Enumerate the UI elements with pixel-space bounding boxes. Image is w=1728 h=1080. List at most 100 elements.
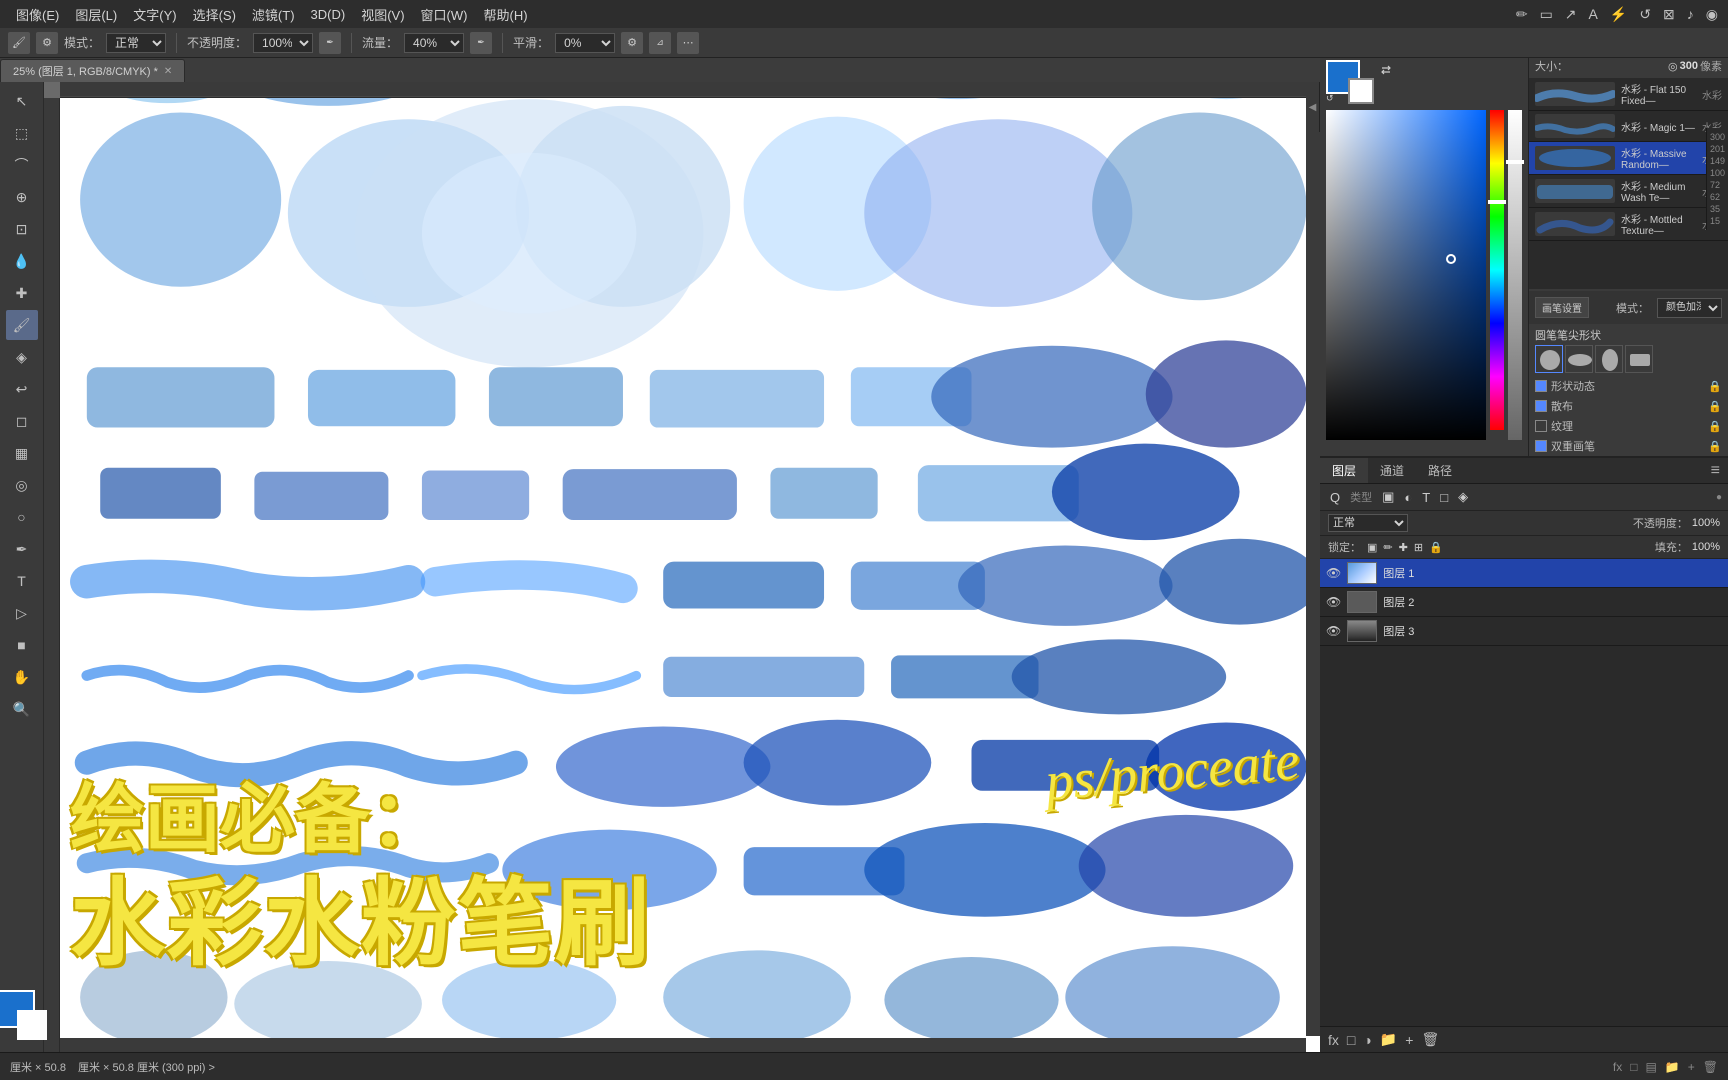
layer-eye-1[interactable]: 👁 [1326, 595, 1341, 609]
pen-icon[interactable]: ✏ [1516, 6, 1528, 23]
tool-settings-icon[interactable]: ⚙ [36, 32, 58, 54]
tab-layers[interactable]: 图层 [1320, 458, 1368, 483]
menu-help[interactable]: 帮助(H) [475, 3, 535, 26]
flow-pressure-icon[interactable]: ✒ [470, 32, 492, 54]
layer-opacity-value[interactable]: 100% [1692, 517, 1720, 529]
toggle-check-texture[interactable] [1535, 420, 1547, 432]
layer-fx-button[interactable]: fx [1328, 1032, 1339, 1048]
layers-panel-menu-icon[interactable]: ≡ [1703, 462, 1728, 480]
layer-row-2[interactable]: 👁 图层 3 [1320, 617, 1728, 646]
angle-icon[interactable]: ⊿ [649, 32, 671, 54]
gradient-tool[interactable]: ▦ [6, 438, 38, 468]
sz-5[interactable]: 72 [1710, 180, 1725, 190]
layers-filter-type[interactable]: 类型 [1350, 489, 1372, 505]
search-type-icon[interactable]: Q [1326, 488, 1344, 507]
layer-eye-0[interactable]: 👁 [1326, 566, 1341, 580]
eraser-tool[interactable]: ◻ [6, 406, 38, 436]
fg-bg-swatches[interactable] [0, 990, 47, 1040]
menu-3d[interactable]: 3D(D) [303, 5, 354, 24]
selection-tool[interactable]: ⬚ [6, 118, 38, 148]
quick-select-tool[interactable]: ⊕ [6, 182, 38, 212]
brush-item-magic1[interactable]: 水彩 - Magic 1— 水彩 [1529, 111, 1728, 142]
sz-4[interactable]: 100 [1710, 168, 1725, 178]
undo-icon[interactable]: ↺ [1639, 6, 1651, 23]
color-cursor[interactable] [1446, 254, 1456, 264]
status-layer-btn[interactable]: ▤ [1645, 1060, 1656, 1074]
menu-text[interactable]: 文字(Y) [125, 3, 184, 26]
brush-item-mottled[interactable]: 水彩 - Mottled Texture— 水彩 [1529, 208, 1728, 241]
brush-settings-button[interactable]: 画笔设置 [1535, 297, 1589, 318]
crop-tool[interactable]: ⊡ [6, 214, 38, 244]
brush-item-massive[interactable]: 水彩 - Massive Random— 水彩 [1529, 142, 1728, 175]
layer-eye-2[interactable]: 👁 [1326, 624, 1341, 638]
smart-filter-btn[interactable]: ◈ [1454, 487, 1472, 507]
lock-pixels-icon[interactable]: ✏ [1383, 541, 1392, 554]
sz-7[interactable]: 35 [1710, 204, 1725, 214]
canvas-content[interactable]: 绘画必备： ps/proceate 水彩水粉笔刷 [60, 98, 1320, 1052]
saturation-box[interactable] [1326, 110, 1486, 440]
brightness-strip[interactable] [1508, 110, 1522, 440]
tab-paths[interactable]: 路径 [1416, 458, 1464, 483]
stamp-tool[interactable]: ◈ [6, 342, 38, 372]
layer-row-1[interactable]: 👁 图层 2 [1320, 588, 1728, 617]
sz-6[interactable]: 62 [1710, 192, 1725, 202]
zoom-tool[interactable]: 🔍 [6, 694, 38, 724]
fill-value[interactable]: 100% [1692, 541, 1720, 553]
dodge-tool[interactable]: ○ [6, 502, 38, 532]
path-select-tool[interactable]: ▷ [6, 598, 38, 628]
lock-position-icon[interactable]: ✚ [1399, 541, 1408, 554]
menu-window[interactable]: 窗口(W) [413, 3, 476, 26]
layer-new-button[interactable]: + [1405, 1032, 1413, 1048]
lock-shape-icon[interactable]: 🔒 [1708, 380, 1722, 393]
rect-icon[interactable]: ▭ [1540, 6, 1553, 23]
layer-adjustment-button[interactable]: ◑ [1363, 1032, 1371, 1048]
toggle-check-shape[interactable] [1535, 380, 1547, 392]
menu-image[interactable]: 图像(E) [8, 3, 67, 26]
delete-icon[interactable]: ⊠ [1663, 6, 1675, 23]
tip-shape-1[interactable] [1565, 345, 1593, 373]
menu-view[interactable]: 视图(V) [353, 3, 412, 26]
arrow-icon[interactable]: ↗ [1565, 6, 1577, 23]
shape-filter-btn[interactable]: □ [1436, 488, 1452, 507]
background-swatch[interactable] [17, 1010, 47, 1040]
canvas-scroll-horizontal[interactable] [60, 1038, 1306, 1052]
swap-colors-icon[interactable] [1378, 62, 1394, 78]
toggle-check-scatter[interactable] [1535, 400, 1547, 412]
canvas-scroll-vertical[interactable] [1306, 98, 1320, 1036]
shape-tool[interactable]: ■ [6, 630, 38, 660]
move-tool[interactable]: ↖ [6, 86, 38, 116]
blur-tool[interactable]: ◎ [6, 470, 38, 500]
healing-tool[interactable]: ✚ [6, 278, 38, 308]
status-folder-btn[interactable]: 📁 [1665, 1060, 1680, 1074]
brightness-slider[interactable] [1506, 160, 1524, 164]
hand-tool[interactable]: ✋ [6, 662, 38, 692]
lasso-tool[interactable]: ⌒ [6, 150, 38, 180]
pixel-filter-btn[interactable]: ▣ [1378, 487, 1398, 507]
sz-3[interactable]: 149 [1710, 156, 1725, 166]
text-icon[interactable]: A [1589, 6, 1598, 22]
layer-filter-toggle[interactable]: ● [1716, 492, 1722, 503]
tab-channels[interactable]: 通道 [1368, 458, 1416, 483]
background-color[interactable] [1348, 78, 1374, 104]
brush-mode-dropdown[interactable]: 颜色加深 [1657, 298, 1722, 318]
lock-artboard-icon[interactable]: ⊞ [1414, 541, 1423, 554]
panel-expand-button[interactable]: ◀ [1306, 82, 1320, 132]
layer-group-button[interactable]: 📁 [1380, 1031, 1397, 1048]
lock-texture-icon[interactable]: 🔒 [1708, 420, 1722, 433]
mic-icon[interactable]: ◉ [1706, 6, 1718, 23]
lock-all-icon[interactable]: 🔒 [1429, 541, 1443, 554]
status-fx-btn[interactable]: fx [1613, 1060, 1622, 1074]
status-mask-btn[interactable]: □ [1630, 1060, 1637, 1074]
artwork-canvas[interactable]: 绘画必备： ps/proceate 水彩水粉笔刷 [60, 98, 1320, 1052]
sz-1[interactable]: 300 [1710, 132, 1725, 142]
extra-settings-icon[interactable]: ⋯ [677, 32, 699, 54]
layer-mask-button[interactable]: □ [1347, 1032, 1355, 1048]
color-gradient-area[interactable] [1326, 110, 1522, 450]
brush-item-mediumwash[interactable]: 水彩 - Medium Wash Te— 水彩 [1529, 175, 1728, 208]
text-tool[interactable]: T [6, 566, 38, 596]
sz-2[interactable]: 201 [1710, 144, 1725, 154]
menu-layer[interactable]: 图层(L) [67, 3, 125, 26]
lock-scatter-icon[interactable]: 🔒 [1708, 400, 1722, 413]
mode-dropdown[interactable]: 正常 [106, 33, 166, 53]
tab-close-icon[interactable]: ✕ [164, 66, 172, 77]
